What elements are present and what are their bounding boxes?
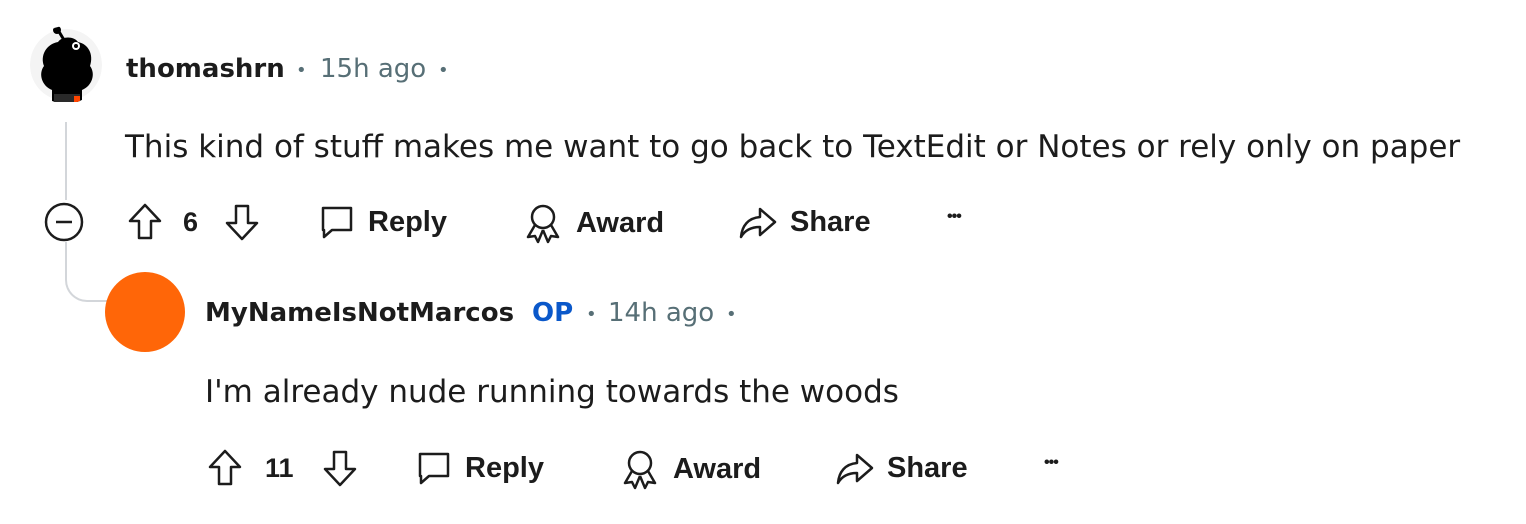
award-label: Award	[673, 452, 762, 485]
downvote-icon	[225, 204, 259, 241]
comment-body: This kind of stuff makes me want to go b…	[125, 129, 1461, 165]
downvote-icon	[323, 450, 357, 487]
upvote-button[interactable]	[205, 448, 245, 488]
share-label: Share	[887, 451, 968, 484]
share-icon	[835, 448, 875, 488]
award-label: Award	[576, 206, 665, 239]
share-button[interactable]: Share	[835, 448, 968, 488]
reply-button[interactable]: Reply	[318, 203, 447, 241]
upvote-icon	[208, 449, 242, 486]
avatar[interactable]	[30, 26, 102, 104]
user-avatar-icon	[30, 26, 102, 102]
award-button[interactable]: Award	[522, 202, 664, 244]
comment-icon	[318, 203, 356, 241]
meta-separator: •	[438, 60, 449, 81]
comment-timestamp[interactable]: 15h ago	[320, 56, 426, 82]
reply-label: Reply	[368, 205, 447, 238]
more-options-button[interactable]: •••	[1044, 454, 1059, 472]
reply-label: Reply	[465, 451, 544, 484]
award-icon	[522, 202, 564, 244]
comment-timestamp[interactable]: 14h ago	[608, 300, 714, 326]
collapse-button[interactable]	[44, 202, 84, 242]
award-icon	[619, 448, 661, 490]
share-button[interactable]: Share	[738, 202, 871, 242]
reply-button[interactable]: Reply	[415, 449, 544, 487]
comment-author[interactable]: MyNameIsNotMarcos	[205, 300, 514, 326]
vote-count: 6	[183, 207, 199, 237]
thread-line-curve	[65, 262, 109, 302]
op-badge: OP	[532, 298, 574, 328]
comment-body: I'm already nude running towards the woo…	[205, 374, 899, 410]
award-button[interactable]: Award	[619, 448, 761, 490]
collapse-icon	[44, 202, 84, 242]
downvote-button[interactable]	[320, 448, 360, 488]
comment-icon	[415, 449, 453, 487]
downvote-button[interactable]	[222, 202, 262, 242]
avatar[interactable]	[105, 272, 185, 352]
upvote-button[interactable]	[125, 202, 165, 242]
meta-separator: •	[586, 304, 597, 325]
thread-line-vertical	[65, 122, 67, 200]
meta-separator: •	[726, 304, 737, 325]
vote-count: 11	[265, 453, 294, 483]
share-label: Share	[790, 205, 871, 238]
more-options-button[interactable]: •••	[947, 208, 962, 226]
upvote-icon	[128, 203, 162, 240]
meta-separator: •	[296, 60, 307, 81]
comment-author[interactable]: thomashrn	[126, 56, 285, 82]
share-icon	[738, 202, 778, 242]
